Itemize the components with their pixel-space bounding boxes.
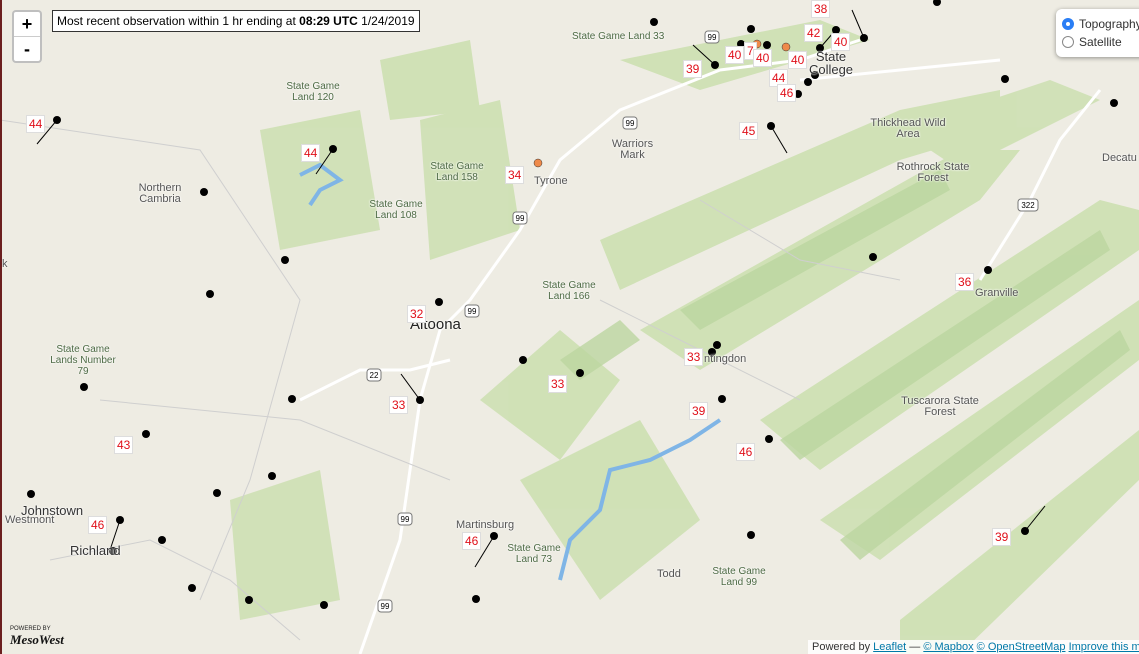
mesowest-logo: POWERED BY MesoWest [10, 626, 80, 648]
temp-label[interactable]: 34 [505, 166, 525, 184]
layer-label-satellite: Satellite [1079, 35, 1122, 49]
place-state-game-land-158: State Game Land 158 [430, 161, 484, 183]
temp-label[interactable]: 39 [992, 528, 1012, 546]
place-state-game-land-33: State Game Land 33 [572, 31, 665, 42]
layer-label-topography: Topography [1079, 17, 1139, 31]
attribution-dash: — [906, 641, 924, 653]
temp-label[interactable]: 40 [831, 33, 851, 51]
radio-topography[interactable] [1062, 18, 1074, 30]
attribution-bar: Powered by Leaflet — © Mapbox © OpenStre… [808, 640, 1139, 654]
place-decatur: Decatu [1102, 152, 1137, 164]
layer-switcher: Topography Satellite [1056, 9, 1139, 57]
temp-label[interactable]: 40 [725, 46, 745, 64]
place-state-game-land-166: State Game Land 166 [542, 280, 596, 302]
temp-label[interactable]: 45 [739, 122, 759, 140]
temp-label[interactable]: 46 [462, 532, 482, 550]
temp-label[interactable]: 40 [753, 49, 773, 67]
place-granville: Granville [975, 287, 1019, 299]
svg-text:99: 99 [516, 214, 525, 223]
place-rothrock-state-forest: Rothrock State Forest [896, 161, 970, 184]
zoom-in-button[interactable]: + [14, 12, 40, 36]
left-border [0, 0, 2, 654]
temp-label[interactable]: 44 [301, 144, 321, 162]
temp-label[interactable]: 46 [736, 443, 756, 461]
place-thickhead-wild-area: Thickhead Wild Area [870, 117, 946, 140]
temp-label[interactable]: 46 [88, 516, 108, 534]
place-westmont: Westmont [5, 514, 55, 526]
radio-satellite[interactable] [1062, 36, 1074, 48]
map-terrain: 99 99 99 99 99 99 22 322 [0, 0, 1139, 654]
logo-brand: MesoWest [10, 632, 64, 647]
layer-option-topography[interactable]: Topography [1062, 15, 1139, 33]
temp-label[interactable]: 43 [114, 436, 134, 454]
svg-text:322: 322 [1021, 201, 1035, 210]
temp-label[interactable]: 39 [683, 60, 703, 78]
leaflet-link[interactable]: Leaflet [873, 641, 906, 653]
svg-text:99: 99 [401, 515, 410, 524]
place-state-college: State College [808, 49, 854, 77]
svg-text:22: 22 [370, 371, 379, 380]
temp-label[interactable]: 38 [811, 0, 831, 18]
osm-link[interactable]: © OpenStreetMap [977, 641, 1066, 653]
place-state-game-land-108: State Game Land 108 [369, 199, 423, 221]
place-warriors-mark: Warriors Mark [611, 138, 654, 161]
info-date: 1/24/2019 [357, 14, 415, 28]
temp-label[interactable]: 36 [955, 273, 975, 291]
place-tyrone: Tyrone [534, 175, 568, 187]
svg-text:99: 99 [468, 307, 477, 316]
map[interactable]: 99 99 99 99 99 99 22 322 State Game Land… [0, 0, 1139, 654]
zoom-out-button[interactable]: - [14, 36, 40, 61]
observation-info-box: Most recent observation within 1 hr endi… [52, 10, 420, 32]
temp-label[interactable]: 46 [777, 84, 797, 102]
place-state-game-land-99: State Game Land 99 [712, 566, 766, 588]
place-todd: Todd [657, 568, 681, 580]
zoom-control: + - [12, 10, 42, 63]
place-northern-cambria: Northern Cambria [138, 182, 182, 205]
temp-label[interactable]: 40 [788, 51, 808, 69]
attribution-powered: Powered by [812, 641, 874, 653]
info-time: 08:29 UTC [299, 14, 358, 28]
temp-label[interactable]: 33 [548, 375, 568, 393]
place-edge-k: k [2, 258, 8, 270]
place-state-game-land-120: State Game Land 120 [286, 81, 340, 103]
temp-label[interactable]: 33 [684, 348, 704, 366]
svg-text:99: 99 [626, 119, 635, 128]
temp-label[interactable]: 33 [389, 396, 409, 414]
mapbox-link[interactable]: © Mapbox [923, 641, 973, 653]
temp-label[interactable]: 44 [26, 115, 46, 133]
layer-option-satellite[interactable]: Satellite [1062, 33, 1139, 51]
place-martinsburg: Martinsburg [456, 519, 515, 531]
improve-map-link[interactable]: Improve this map [1069, 641, 1139, 653]
svg-text:99: 99 [708, 33, 717, 42]
info-prefix: Most recent observation within 1 hr endi… [57, 14, 300, 28]
temp-label[interactable]: 42 [804, 24, 824, 42]
place-state-game-lands-79: State Game Lands Number 79 [50, 344, 116, 377]
place-richland: Richland [70, 543, 121, 558]
temp-label[interactable]: 39 [689, 402, 709, 420]
place-state-game-land-73: State Game Land 73 [507, 543, 561, 565]
svg-text:99: 99 [381, 602, 390, 611]
place-huntingdon: ntingdon [704, 353, 747, 365]
place-tuscarora-state-forest: Tuscarora State Forest [901, 395, 979, 418]
temp-label[interactable]: 32 [407, 305, 427, 323]
